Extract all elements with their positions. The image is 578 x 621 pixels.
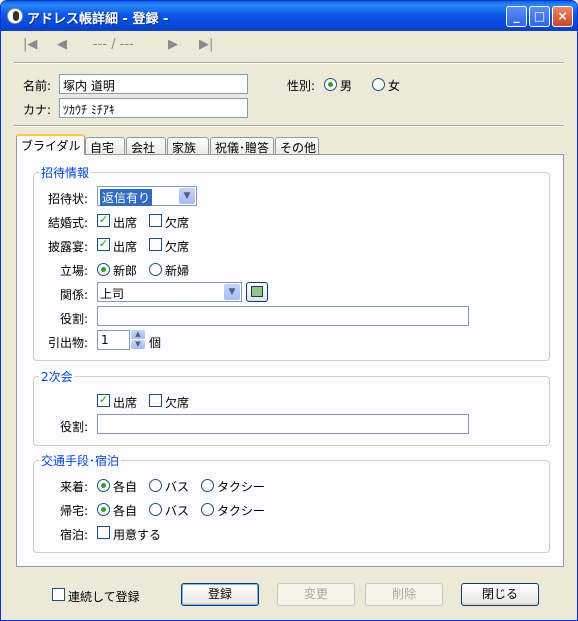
tab-gifts[interactable]: 祝儀･贈答 [210, 137, 274, 155]
second-party-absent-checkbox[interactable] [149, 394, 162, 407]
wedding-absent-label: 欠席 [165, 216, 190, 230]
tab-family[interactable]: 家族 [167, 137, 209, 155]
lodging-option-label: 用意する [113, 528, 162, 542]
wedding-attend-label: 出席 [113, 216, 138, 230]
gift-unit: 個 [149, 336, 162, 350]
window-title: アドレス帳詳細 - 登録 - [27, 12, 169, 27]
gender-male-label: 男 [340, 79, 353, 93]
wedding-absent-checkbox[interactable] [149, 214, 162, 227]
prev-record-icon[interactable]: ◀ [57, 37, 67, 52]
gender-female-radio[interactable] [372, 78, 385, 91]
delete-button[interactable]: 削除 [365, 583, 443, 606]
wedding-label: 結婚式: [48, 216, 89, 230]
return-bus-label: バス [165, 504, 190, 518]
side-bride-radio[interactable] [149, 263, 162, 276]
gender-label: 性別: [287, 79, 316, 93]
side-groom-radio[interactable] [97, 263, 110, 276]
name-field[interactable]: 塚内 道明 [59, 74, 248, 94]
side-groom-label: 新郎 [113, 264, 138, 278]
edit-relation-button[interactable] [246, 282, 268, 302]
return-taxi-label: タクシー [217, 504, 266, 518]
close-window-button[interactable]: × [552, 6, 573, 27]
arrive-own-label: 各自 [113, 480, 138, 494]
arrive-own-radio[interactable] [97, 479, 110, 492]
return-label: 帰宅: [60, 504, 89, 518]
continuous-register-label: 連続して登録 [68, 590, 140, 604]
name-label: 名前: [23, 79, 52, 93]
invite-status-value: 返信有り [100, 189, 153, 206]
gift-label: 引出物: [48, 336, 89, 350]
relation-label: 関係: [60, 288, 89, 302]
kana-label: カナ: [23, 103, 52, 117]
app-window: アドレス帳詳細 - 登録 - _ □ × |◀ ◀ --- / --- ▶ ▶|… [0, 0, 578, 621]
invite-status-label: 招待状: [48, 192, 89, 206]
spin-up-icon[interactable]: ▲ [131, 330, 145, 339]
first-record-icon[interactable]: |◀ [23, 37, 37, 52]
second-party-title: 2次会 [39, 368, 75, 385]
separator [14, 125, 564, 127]
return-taxi-radio[interactable] [201, 503, 214, 516]
transport-group: 交通手段･宿泊 [33, 452, 550, 553]
reception-attend-checkbox[interactable]: ✓ [97, 238, 110, 251]
reception-attend-label: 出席 [113, 240, 138, 254]
separator [14, 62, 564, 64]
continuous-register-checkbox[interactable] [52, 588, 65, 601]
side-label: 立場: [60, 264, 89, 278]
register-button[interactable]: 登録 [181, 583, 259, 606]
tab-bridal[interactable]: ブライダル [16, 134, 85, 155]
reception-absent-label: 欠席 [165, 240, 190, 254]
title-bar: アドレス帳詳細 - 登録 - _ □ × [1, 1, 577, 31]
relation-value: 上司 [100, 287, 125, 301]
role-label: 役割: [60, 312, 89, 326]
modify-button[interactable]: 変更 [277, 583, 355, 606]
arrive-label: 来着: [60, 480, 89, 494]
app-icon [7, 8, 23, 24]
second-party-role-field[interactable] [97, 414, 469, 434]
close-button[interactable]: 閉じる [461, 583, 539, 606]
return-own-radio[interactable] [97, 503, 110, 516]
tab-other[interactable]: その他 [275, 137, 319, 155]
second-party-role-label: 役割: [60, 420, 89, 434]
record-position: --- / --- [93, 37, 134, 52]
second-party-group: 2次会 [33, 368, 550, 446]
last-record-icon[interactable]: ▶| [199, 37, 213, 52]
second-party-attend-label: 出席 [113, 396, 138, 410]
gender-male-radio[interactable] [324, 78, 337, 91]
relation-select[interactable]: 上司 ▼ [97, 282, 242, 302]
edit-list-icon [251, 286, 263, 297]
return-own-label: 各自 [113, 504, 138, 518]
wedding-attend-checkbox[interactable]: ✓ [97, 214, 110, 227]
minimize-button[interactable]: _ [506, 6, 527, 27]
reception-absent-checkbox[interactable] [149, 238, 162, 251]
lodging-checkbox[interactable] [97, 526, 110, 539]
side-bride-label: 新婦 [165, 264, 190, 278]
role-field[interactable] [97, 306, 469, 326]
invite-group-title: 招待情報 [39, 164, 92, 181]
arrive-bus-radio[interactable] [149, 479, 162, 492]
next-record-icon[interactable]: ▶ [168, 37, 178, 52]
lodging-label: 宿泊: [60, 528, 89, 542]
chevron-down-icon[interactable]: ▼ [179, 188, 195, 204]
arrive-taxi-label: タクシー [217, 480, 266, 494]
maximize-button[interactable]: □ [529, 6, 550, 27]
second-party-absent-label: 欠席 [165, 396, 190, 410]
arrive-taxi-radio[interactable] [201, 479, 214, 492]
reception-label: 披露宴: [48, 240, 89, 254]
kana-field[interactable]: ﾂｶｳﾁ ﾐﾁｱｷ [59, 98, 248, 118]
arrive-bus-label: バス [165, 480, 190, 494]
bridal-panel: 招待情報 招待状: 返信有り ▼ 結婚式: ✓ 出席 欠席 披露宴: ✓ 出席 … [16, 154, 564, 567]
gift-count-spinner[interactable]: ▲ ▼ [131, 330, 145, 350]
tab-home[interactable]: 自宅 [85, 137, 125, 155]
spin-down-icon[interactable]: ▼ [131, 340, 145, 349]
return-bus-radio[interactable] [149, 503, 162, 516]
invite-status-select[interactable]: 返信有り ▼ [97, 186, 197, 206]
second-party-attend-checkbox[interactable]: ✓ [97, 394, 110, 407]
tab-company[interactable]: 会社 [126, 137, 166, 155]
gift-count-field[interactable]: 1 [97, 330, 130, 350]
gender-female-label: 女 [388, 79, 401, 93]
transport-title: 交通手段･宿泊 [39, 452, 122, 469]
chevron-down-icon[interactable]: ▼ [224, 284, 240, 300]
